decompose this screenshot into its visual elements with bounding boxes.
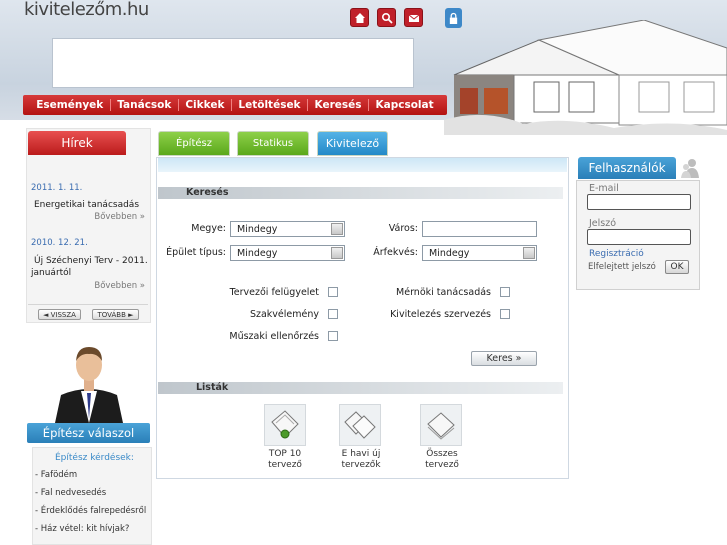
news-panel (26, 128, 151, 323)
question-item[interactable]: - Ház vétel: kit hívjak? (35, 524, 129, 534)
expert-tab[interactable]: Építész válaszol (27, 423, 150, 443)
nav-divider (230, 99, 232, 111)
register-link[interactable]: Regisztráció (589, 249, 644, 259)
home-icon[interactable] (350, 8, 369, 27)
news-date: 2010. 12. 21. (31, 238, 88, 248)
email-label: E-mail (589, 183, 619, 194)
nav-divider (368, 99, 369, 111)
header-banner (52, 38, 414, 88)
designer-supervision-checkbox[interactable] (328, 287, 338, 297)
news-title-cont[interactable]: januártól (31, 267, 71, 279)
password-field[interactable] (587, 229, 691, 245)
email-field[interactable] (587, 194, 691, 210)
search-button[interactable]: Keres » (471, 351, 537, 366)
mail-icon[interactable] (404, 8, 423, 27)
list-label[interactable]: tervező (414, 460, 470, 470)
price-range-select-value: Mindegy (429, 247, 470, 259)
question-item[interactable]: - Érdeklődés falrepedésről (35, 506, 146, 516)
checkbox-label: Szakvélemény (249, 309, 319, 320)
list-label[interactable]: tervező (258, 460, 312, 470)
expert-opinion-checkbox[interactable] (328, 309, 338, 319)
building-type-select-value: Mindegy (237, 247, 278, 259)
tab-epitesz[interactable]: Építész (158, 131, 230, 156)
all-designers-icon[interactable] (420, 404, 462, 446)
price-range-select[interactable]: Mindegy (422, 245, 537, 261)
news-title[interactable]: Új Széchenyi Terv - 2011. (34, 255, 148, 267)
search-title: Keresés (186, 187, 229, 198)
news-more-link[interactable]: Bővebben » (85, 281, 145, 291)
password-label: Jelszó (589, 218, 617, 229)
nav-item-letoltesek[interactable]: Letöltések (238, 99, 300, 111)
news-more-link[interactable]: Bővebben » (85, 212, 145, 222)
questions-title: Építész kérdések: (55, 453, 134, 463)
nav-item-cikkek[interactable]: Cikkek (185, 99, 224, 111)
list-label[interactable]: E havi új (333, 449, 389, 459)
login-ok-button[interactable]: OK (665, 260, 689, 274)
nav-item-kereses[interactable]: Keresés (315, 99, 362, 111)
expert-photo (47, 333, 131, 423)
engineering-consulting-checkbox[interactable] (500, 287, 510, 297)
checkbox-label: Mérnöki tanácsadás (396, 287, 491, 298)
nav-divider (307, 99, 309, 111)
panel-header-bar (158, 158, 567, 172)
list-label[interactable]: Összes (414, 449, 470, 459)
technical-inspection-checkbox[interactable] (328, 331, 338, 341)
list-label[interactable]: tervezők (333, 460, 389, 470)
divider (28, 304, 148, 305)
prev-button[interactable]: ◄ VISSZA (38, 309, 81, 320)
site-logo[interactable]: kivitelezőm.hu (24, 0, 149, 20)
next-button[interactable]: TOVÁBB ► (92, 309, 139, 320)
search-icon[interactable] (377, 8, 396, 27)
construction-organization-checkbox[interactable] (500, 309, 510, 319)
chevron-down-icon (331, 247, 343, 259)
chevron-down-icon (523, 247, 535, 259)
checkbox-label: Kivitelezés szervezés (390, 309, 491, 320)
users-tab[interactable]: Felhasználók (578, 157, 676, 179)
city-input[interactable] (422, 221, 537, 237)
question-item[interactable]: - Fafödém (35, 470, 77, 480)
city-label: Város: (388, 223, 418, 234)
new-designers-icon[interactable] (339, 404, 381, 446)
price-range-label: Árfekvés: (373, 247, 418, 258)
question-item[interactable]: - Fal nedvesedés (35, 488, 106, 498)
news-tab[interactable]: Hírek (28, 131, 126, 155)
main-nav: Események Tanácsok Cikkek Letöltések Ker… (23, 95, 447, 115)
lists-title: Listák (196, 382, 229, 393)
chevron-down-icon (331, 223, 343, 235)
house-illustration (444, 20, 727, 135)
nav-item-tanacsok[interactable]: Tanácsok (117, 99, 171, 111)
building-type-select[interactable]: Mindegy (230, 245, 345, 261)
county-select[interactable]: Mindegy (230, 221, 345, 237)
top10-icon[interactable] (264, 404, 306, 446)
nav-item-kapcsolat[interactable]: Kapcsolat (375, 99, 433, 111)
checkbox-label: Műszaki ellenőrzés (229, 331, 319, 342)
news-date: 2011. 1. 11. (31, 183, 83, 193)
building-type-label: Épület típus: (166, 247, 226, 258)
nav-divider (177, 99, 179, 111)
county-label: Megye: (191, 223, 226, 234)
list-label[interactable]: TOP 10 (258, 449, 312, 459)
nav-divider (109, 99, 111, 111)
users-icon (681, 157, 699, 179)
checkbox-label: Tervezői felügyelet (229, 287, 319, 298)
tab-statikus[interactable]: Statikus (237, 131, 309, 156)
county-select-value: Mindegy (237, 223, 278, 235)
news-title[interactable]: Energetikai tanácsadás (34, 199, 139, 211)
forgot-password-link[interactable]: Elfelejtett jelszó (588, 262, 656, 272)
tab-kivitelezo[interactable]: Kivitelező (317, 131, 388, 156)
nav-item-esemenyek[interactable]: Események (36, 99, 103, 111)
